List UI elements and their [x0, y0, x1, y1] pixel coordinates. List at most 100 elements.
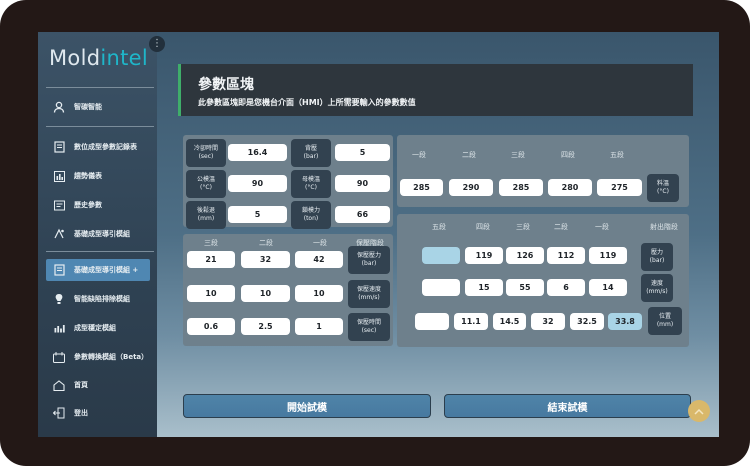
inj-speed-value[interactable]: 15: [465, 279, 503, 296]
inj-pressure-value[interactable]: 119: [465, 247, 503, 264]
inj-speed-value[interactable]: [422, 279, 460, 296]
hold-speed-value[interactable]: 10: [241, 285, 290, 302]
sidebar-item-defect[interactable]: 智能缺陷排除模組: [46, 288, 150, 310]
female-mold-temp-label: 母模溫 (°C): [291, 170, 331, 198]
sidebar-item-convert[interactable]: 參數轉換模組（Beta）: [46, 346, 150, 368]
sidebar-item-label: 數位成型參數記錄表: [74, 143, 137, 151]
hold-speed-value[interactable]: 10: [187, 285, 235, 302]
menu-kebab-icon[interactable]: ⋮: [149, 36, 165, 52]
hold-pressure-value[interactable]: 42: [295, 251, 343, 268]
sidebar-item-trend[interactable]: 趨勢儀表: [46, 165, 150, 187]
page-subtitle: 此參數區塊即是您機台介面（HMI）上所需要輸入的參數數值: [198, 98, 416, 107]
guide-icon: [52, 227, 66, 241]
inj-speed-value[interactable]: 55: [506, 279, 544, 296]
barrel-temp-value[interactable]: 280: [548, 179, 592, 196]
inj-pressure-value[interactable]: 119: [589, 247, 627, 264]
male-mold-temp-value[interactable]: 90: [228, 175, 287, 192]
injection-col-header: 二段: [554, 223, 568, 231]
clamp-force-label: 鎖模力 (ton): [291, 201, 331, 229]
barrel-temp-value[interactable]: 285: [400, 179, 443, 196]
inj-speed-value[interactable]: 6: [547, 279, 585, 296]
sidebar-item-home[interactable]: 首頁: [46, 374, 150, 396]
history-icon: [52, 198, 66, 212]
inj-position-value[interactable]: 14.5: [493, 313, 526, 330]
inj-position-value[interactable]: 32: [531, 313, 565, 330]
document-icon: [52, 263, 66, 277]
holding-panel: 三段 二段 一段 保壓階段 21 32 42 保壓壓力 (bar) 10 10 …: [183, 234, 393, 346]
barrel-col-header: 三段: [511, 151, 525, 159]
injection-col-header: 一段: [595, 223, 609, 231]
convert-icon: [52, 350, 66, 364]
barrel-temp-value[interactable]: 275: [597, 179, 642, 196]
hold-time-value[interactable]: 1: [295, 318, 343, 335]
cooling-time-value[interactable]: 16.4: [228, 144, 287, 161]
sidebar-item-label: 智碳智能: [74, 103, 102, 111]
header-accent: [178, 64, 181, 116]
sidebar-item-user[interactable]: 智碳智能: [46, 96, 150, 118]
clamp-force-value[interactable]: 66: [335, 206, 390, 223]
inj-speed-value[interactable]: 14: [589, 279, 627, 296]
female-mold-temp-value[interactable]: 90: [335, 175, 390, 192]
device-frame: Moldintel 智碳智能 數位成型參數記錄表 趨勢儀表 歷史參數 基礎成型導…: [0, 0, 750, 466]
start-trial-button[interactable]: 開始試模: [183, 394, 431, 418]
sidebar-item-stability[interactable]: 成型穩定模組: [46, 317, 150, 339]
barrel-temp-label: 料溫 (°C): [647, 174, 679, 202]
scroll-to-top-button[interactable]: [688, 400, 710, 422]
bar-chart-icon: [52, 321, 66, 335]
chart-icon: [52, 169, 66, 183]
barrel-col-header: 一段: [412, 151, 426, 159]
inj-position-value[interactable]: 32.5: [570, 313, 604, 330]
hold-time-label: 保壓時間 (sec): [348, 313, 390, 341]
sidebar-item-label: 參數轉換模組（Beta）: [74, 353, 149, 361]
cooling-time-label: 冷卻時間 (sec): [186, 139, 226, 167]
barrel-temp-value[interactable]: 290: [449, 179, 493, 196]
home-icon: [52, 378, 66, 392]
injection-col-header: 四段: [476, 223, 490, 231]
sidebar-item-basic-guide[interactable]: 基礎成型導引模組: [46, 223, 150, 245]
chevron-up-icon: [694, 408, 704, 415]
hold-speed-label: 保壓速度 (mm/s): [348, 280, 390, 308]
sidebar-item-basic-guide-plus[interactable]: 基礎成型導引模組 +: [46, 259, 150, 281]
hold-speed-value[interactable]: 10: [295, 285, 343, 302]
hold-pressure-value[interactable]: 21: [187, 251, 235, 268]
suck-back-value[interactable]: 5: [228, 206, 287, 223]
end-trial-button[interactable]: 結束試模: [444, 394, 691, 418]
inj-speed-label: 速度 (mm/s): [641, 274, 673, 302]
page-title: 參數區塊: [198, 77, 254, 93]
app-screen: Moldintel 智碳智能 數位成型參數記錄表 趨勢儀表 歷史參數 基礎成型導…: [38, 32, 719, 437]
sidebar-item-label: 登出: [74, 409, 88, 417]
page-header: 參數區塊 此參數區塊即是您機台介面（HMI）上所需要輸入的參數數值: [178, 64, 693, 116]
back-pressure-value[interactable]: 5: [335, 144, 390, 161]
sidebar-divider: [46, 126, 154, 127]
sidebar-item-label: 基礎成型導引模組: [74, 230, 130, 238]
injection-panel: 五段 四段 三段 二段 一段 射出階段 119 126 112 119 壓力 (…: [397, 214, 689, 347]
sidebar-item-label: 首頁: [74, 381, 88, 389]
inj-pressure-value[interactable]: 126: [506, 247, 544, 264]
barrel-col-header: 二段: [462, 151, 476, 159]
back-pressure-label: 背壓 (bar): [291, 139, 331, 167]
basic-params-panel: 冷卻時間 (sec) 16.4 背壓 (bar) 5 公模溫 (°C) 90 母…: [183, 135, 393, 229]
barrel-temp-panel: 一段 二段 三段 四段 五段 285 290 285 280 275 料溫 (°…: [397, 135, 689, 207]
sidebar-divider: [46, 87, 154, 88]
sidebar-item-label: 智能缺陷排除模組: [74, 295, 130, 303]
holding-col-header: 三段: [204, 239, 218, 247]
document-icon: [52, 140, 66, 154]
sidebar-item-label: 歷史參數: [74, 201, 102, 209]
inj-pressure-value[interactable]: [422, 247, 460, 264]
inj-position-value[interactable]: 11.1: [454, 313, 488, 330]
holding-col-header: 二段: [259, 239, 273, 247]
barrel-temp-value[interactable]: 285: [499, 179, 543, 196]
inj-position-value[interactable]: 33.8: [608, 313, 642, 330]
hold-time-value[interactable]: 2.5: [241, 318, 290, 335]
sidebar-item-history[interactable]: 歷史參數: [46, 194, 150, 216]
sidebar-item-records[interactable]: 數位成型參數記錄表: [46, 136, 150, 158]
suck-back-label: 後鬆退 (mm): [186, 201, 226, 229]
inj-position-value[interactable]: [415, 313, 449, 330]
sidebar-item-logout[interactable]: 登出: [46, 402, 150, 424]
sidebar-item-label: 趨勢儀表: [74, 172, 102, 180]
injection-col-header: 三段: [516, 223, 530, 231]
inj-pressure-value[interactable]: 112: [547, 247, 585, 264]
hold-pressure-label: 保壓壓力 (bar): [348, 246, 390, 274]
hold-time-value[interactable]: 0.6: [187, 318, 235, 335]
hold-pressure-value[interactable]: 32: [241, 251, 290, 268]
